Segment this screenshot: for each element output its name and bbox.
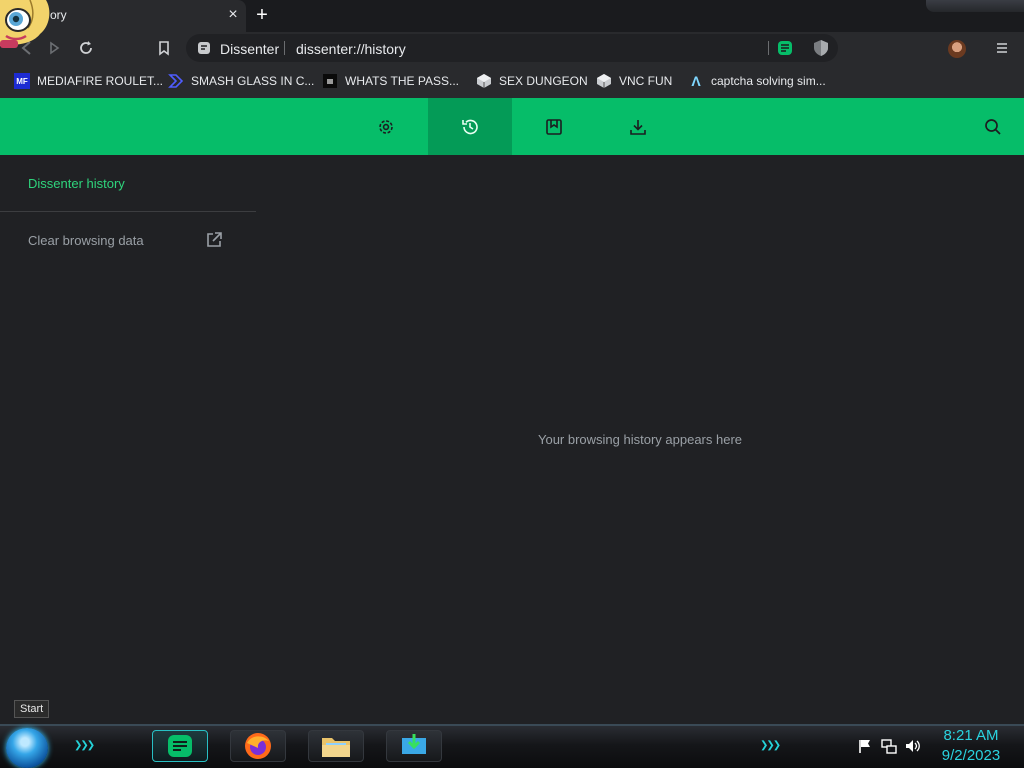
bookmarks-bar: MF MEDIAFIRE ROULET... SMASH GLASS IN C.… [0, 64, 1024, 98]
folder-icon [322, 738, 350, 757]
address-bar[interactable]: Dissenter dissenter://history [186, 34, 838, 62]
omnibox-divider [284, 41, 285, 55]
dark-square-icon [323, 74, 337, 88]
flag-icon[interactable] [857, 738, 873, 754]
taskbar-explorer-button[interactable] [308, 730, 364, 762]
bookmark-item[interactable]: VNC FUN [596, 71, 672, 91]
site-info-icon [198, 42, 210, 54]
reload-button[interactable] [74, 36, 98, 60]
cube-icon [597, 74, 611, 88]
taskbar-app-button[interactable] [386, 730, 442, 762]
taskbar-clock-date[interactable]: 9/2/2023 [936, 747, 1006, 764]
bookmark-outline-icon [159, 41, 169, 56]
firefox-icon [245, 733, 271, 759]
downloads-nav-button[interactable] [627, 116, 649, 138]
taskbar-chevron-decoration: ❯❯❯ [74, 740, 95, 751]
settings-nav-button[interactable] [375, 116, 397, 138]
volume-icon[interactable] [905, 738, 921, 754]
start-button[interactable] [6, 728, 48, 768]
monitor-download-icon [402, 734, 426, 754]
bookmark-item[interactable]: SEX DUNGEON [476, 71, 588, 91]
profile-avatar[interactable] [948, 40, 966, 58]
shield-icon[interactable] [813, 39, 829, 57]
search-icon [985, 119, 1001, 135]
browser-toolbar: Dissenter dissenter://history [0, 32, 1024, 64]
bookmark-item[interactable]: SMASH GLASS IN C... [168, 71, 314, 91]
history-icon [462, 119, 478, 135]
bookmark-page-button[interactable] [152, 36, 176, 60]
url-text[interactable]: dissenter://history [296, 41, 406, 57]
taskbar-clock-time[interactable]: 8:21 AM [936, 727, 1006, 744]
tab-close-button[interactable]: × [224, 6, 242, 24]
mediafire-icon: MF [14, 73, 30, 89]
site-name: Dissenter [220, 41, 280, 57]
history-nav-button[interactable] [459, 116, 481, 138]
taskbar-dissenter-button[interactable] [152, 730, 208, 762]
download-icon [630, 120, 646, 135]
cube-icon [477, 74, 491, 88]
taskbar-firefox-button[interactable] [230, 730, 286, 762]
new-tab-button[interactable]: + [250, 4, 274, 26]
lambda-icon: Λ [691, 73, 701, 89]
bookmark-label: SEX DUNGEON [499, 74, 588, 88]
settings-icon [379, 120, 393, 134]
empty-history-message: Your browsing history appears here [537, 432, 743, 447]
sidebar-divider [0, 211, 256, 212]
bookmark-item[interactable]: WHATS THE PASS... [322, 71, 459, 91]
reload-icon [80, 41, 92, 54]
network-icon[interactable] [881, 738, 897, 754]
clear-browsing-data-link[interactable]: Clear browsing data [28, 233, 144, 248]
external-link-icon[interactable] [205, 231, 223, 249]
bookmark-label: WHATS THE PASS... [345, 74, 460, 88]
window-controls[interactable] [926, 0, 1024, 12]
mascot-sticker-icon [0, 0, 50, 48]
dissenter-comment-icon[interactable] [777, 40, 793, 56]
bookmark-label: MEDIAFIRE ROULET... [37, 74, 164, 88]
bookmark-label: VNC FUN [619, 74, 673, 88]
bookmark-item[interactable]: Λ captcha solving sim... [688, 71, 826, 91]
dissenter-app-header [0, 98, 1024, 155]
omnibox-divider-right [768, 41, 769, 55]
bookmark-label: SMASH GLASS IN C... [191, 74, 315, 88]
chevron-logo-icon [168, 74, 184, 88]
tab-strip: ory × + [0, 0, 1024, 32]
menu-button[interactable] [990, 36, 1014, 60]
bookmark-item[interactable]: MF MEDIAFIRE ROULET... [14, 71, 163, 91]
start-tooltip: Start [14, 700, 50, 718]
bookmark-label: captcha solving sim... [711, 74, 826, 88]
taskbar-chevron-decoration: ❯❯❯ [760, 740, 781, 751]
bookmark-icon [546, 119, 562, 135]
search-button[interactable] [982, 116, 1004, 138]
hamburger-menu-icon [997, 43, 1007, 53]
bookmarks-nav-button[interactable] [543, 116, 565, 138]
sidebar-title[interactable]: Dissenter history [28, 176, 125, 191]
dissenter-app-icon [168, 735, 192, 757]
